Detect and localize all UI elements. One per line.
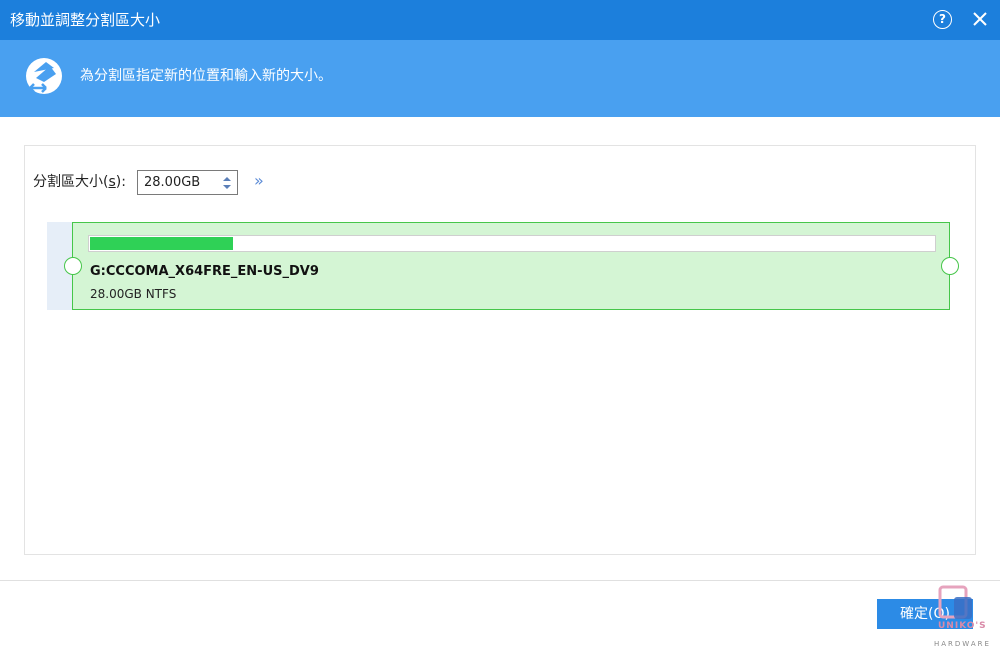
spinner-arrows-icon[interactable]	[221, 174, 233, 192]
watermark-line2: HARDWARE	[934, 640, 991, 648]
help-icon[interactable]: ?	[933, 10, 952, 29]
expand-options-icon[interactable]: »	[254, 171, 264, 190]
resize-handle-right[interactable]	[941, 257, 959, 275]
partition-size-label: 分割區大小(s):	[33, 174, 126, 190]
resize-handle-left[interactable]	[64, 257, 82, 275]
partition-usage-bar	[88, 235, 936, 252]
watermark-logo: UNIKO'S HARDWARE	[934, 585, 1000, 650]
footer-divider	[0, 580, 1000, 581]
partition-usage-fill	[90, 237, 233, 250]
partition-panel	[24, 145, 976, 555]
partition-name: G:CCCOMA_X64FRE_EN-US_DV9	[90, 264, 319, 279]
title-bar: 移動並調整分割區大小 ?	[0, 0, 1000, 40]
partition-size-input[interactable]: 28.00GB	[137, 170, 238, 195]
instruction-text: 為分割區指定新的位置和輸入新的大小。	[80, 68, 332, 84]
partition-size-value: 28.00GB	[144, 175, 201, 190]
instruction-banner: 為分割區指定新的位置和輸入新的大小。	[0, 40, 1000, 117]
close-icon[interactable]	[970, 9, 990, 29]
window-title: 移動並調整分割區大小	[10, 11, 161, 29]
partition-info: 28.00GB NTFS	[90, 287, 177, 301]
watermark-line1: UNIKO'S	[938, 621, 987, 631]
watermark-mark-icon	[938, 585, 972, 619]
partition-resize-icon	[26, 58, 62, 94]
